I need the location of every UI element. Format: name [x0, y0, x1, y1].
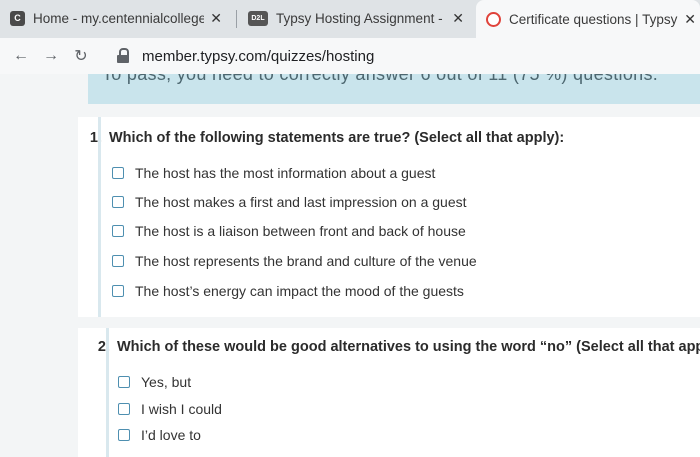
- tab-home[interactable]: C Home - my.centennialcollege.ca ✕: [0, 0, 232, 36]
- question-text: Which of these would be good alternative…: [117, 339, 700, 355]
- question-text: Which of the following statements are tr…: [109, 130, 565, 146]
- answer-option[interactable]: The host is a liaison between front and …: [112, 223, 466, 239]
- typsy-favicon-icon: [486, 11, 501, 27]
- banner-text: To pass, you need to correctly answer 6 …: [102, 74, 659, 84]
- checkbox[interactable]: [112, 196, 124, 208]
- question-card: 1. Which of the following statements are…: [78, 117, 700, 317]
- back-arrow-icon[interactable]: ←: [10, 47, 32, 65]
- option-label: The host makes a first and last impressi…: [135, 194, 467, 210]
- d2l-favicon-icon: D2L: [248, 10, 268, 26]
- tab-title: Certificate questions | Typsy Mem: [509, 11, 678, 27]
- close-icon[interactable]: ✕: [452, 10, 464, 27]
- option-label: The host’s energy can impact the mood of…: [135, 283, 464, 299]
- tab-certificate-questions[interactable]: Certificate questions | Typsy Mem ✕: [476, 0, 700, 38]
- checkbox[interactable]: [112, 225, 124, 237]
- tab-separator: [236, 10, 237, 28]
- checkbox[interactable]: [112, 285, 124, 297]
- option-label: I wish I could: [141, 401, 222, 417]
- forward-arrow-icon[interactable]: →: [40, 47, 62, 65]
- option-label: The host represents the brand and cultur…: [135, 253, 477, 269]
- option-label: I’d love to: [141, 427, 201, 443]
- checkbox[interactable]: [118, 376, 130, 388]
- close-icon[interactable]: ✕: [684, 11, 696, 28]
- lock-icon: [116, 48, 130, 64]
- answer-option[interactable]: The host has the most information about …: [112, 165, 435, 181]
- answer-option[interactable]: The host’s energy can impact the mood of…: [112, 283, 464, 299]
- address-bar-url[interactable]: member.typsy.com/quizzes/hosting: [142, 48, 374, 65]
- close-icon[interactable]: ✕: [210, 10, 222, 27]
- reload-icon[interactable]: ↻: [70, 46, 92, 66]
- option-label: The host is a liaison between front and …: [135, 223, 466, 239]
- checkbox[interactable]: [118, 403, 130, 415]
- answer-option[interactable]: Yes, but: [118, 374, 191, 390]
- checkbox[interactable]: [112, 167, 124, 179]
- checkbox[interactable]: [112, 255, 124, 267]
- answer-option[interactable]: The host makes a first and last impressi…: [112, 194, 467, 210]
- option-label: The host has the most information about …: [135, 165, 436, 181]
- checkbox[interactable]: [118, 429, 130, 441]
- option-label: Yes, but: [141, 374, 192, 390]
- answer-option[interactable]: I’d love to: [118, 427, 201, 443]
- tab-strip: C Home - my.centennialcollege.ca ✕ D2L T…: [0, 0, 700, 38]
- pass-requirement-banner: To pass, you need to correctly answer 6 …: [88, 74, 700, 104]
- browser-toolbar: ← → ↻ member.typsy.com/quizzes/hosting: [0, 38, 700, 74]
- tab-title: Typsy Hosting Assignment - 22M: [276, 10, 446, 26]
- answer-option[interactable]: The host represents the brand and cultur…: [112, 253, 477, 269]
- answer-option[interactable]: I wish I could: [118, 401, 222, 417]
- tab-title: Home - my.centennialcollege.ca: [33, 10, 205, 26]
- tab-typsy-assignment[interactable]: D2L Typsy Hosting Assignment - 22M ✕: [238, 0, 474, 36]
- centennial-favicon-icon: C: [10, 10, 25, 26]
- question-card: 2. Which of these would be good alternat…: [78, 328, 700, 457]
